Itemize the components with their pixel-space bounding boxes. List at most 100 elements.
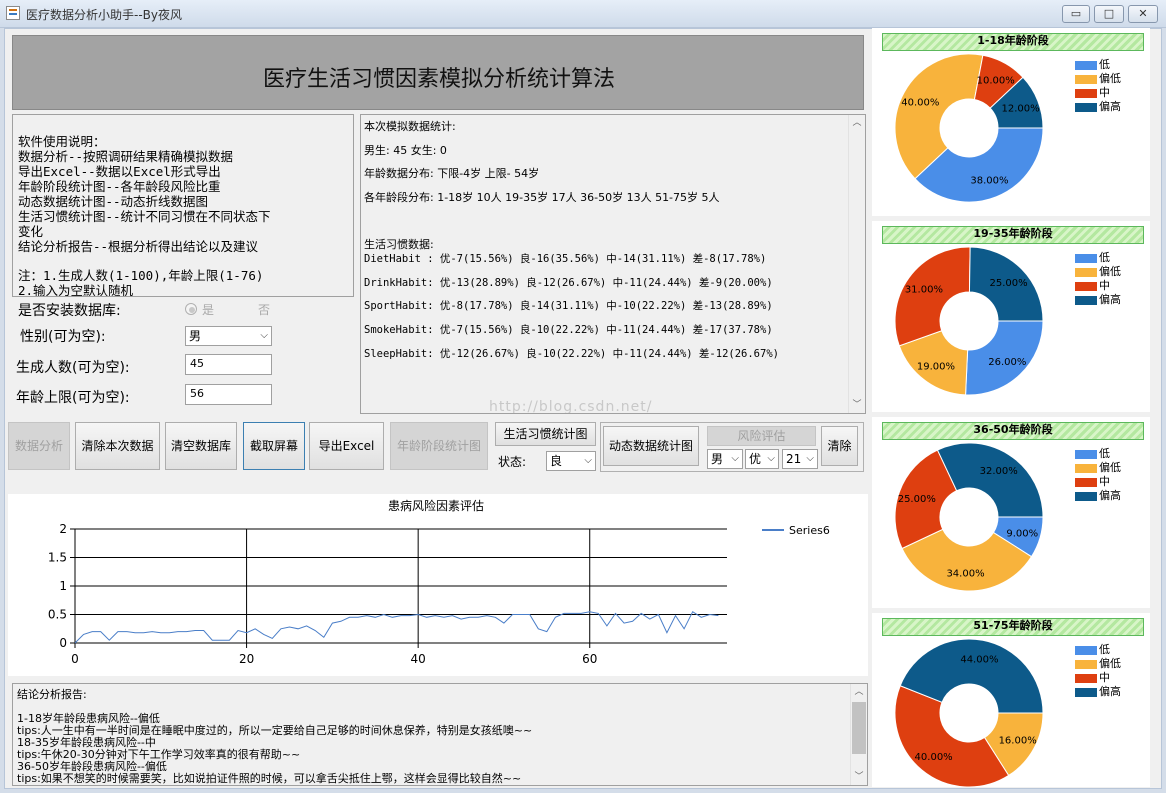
header-panel: 医疗生活习惯因素模拟分析统计算法 xyxy=(12,35,864,110)
legend-item-low: 低 xyxy=(1075,643,1121,657)
legend-swatch xyxy=(1075,450,1097,459)
export-excel-button[interactable]: 导出Excel xyxy=(309,422,384,470)
maximize-button[interactable]: □ xyxy=(1094,5,1124,23)
legend-item-low-mid: 偏低 xyxy=(1075,265,1121,279)
usage-line: 生活习惯统计图--统计不同习惯在不同状态下 xyxy=(18,209,271,224)
risk-habit-value: 优 xyxy=(749,452,762,466)
legend-swatch xyxy=(1075,492,1097,501)
legend-swatch xyxy=(1075,464,1097,473)
risk-age-select[interactable]: 21 ⌵ xyxy=(782,449,818,469)
legend-item-low: 低 xyxy=(1075,447,1121,461)
chart-title: 患病风险因素评估 xyxy=(388,498,484,513)
clear-db-button[interactable]: 清空数据库 xyxy=(165,422,237,470)
x-tick-label: 20 xyxy=(239,652,254,666)
risk-gender-value: 男 xyxy=(711,452,724,466)
stats-scrollbar[interactable]: ︿ ﹀ xyxy=(848,115,865,413)
legend-label: 偏高 xyxy=(1099,100,1121,113)
legend-swatch xyxy=(1075,254,1097,263)
state-select[interactable]: 良 ⌵ xyxy=(546,451,596,471)
risk-line-chart-svg: 患病风险因素评估00.511.520 20 40 60Series6 xyxy=(48,498,830,666)
legend-item-low-mid: 偏低 xyxy=(1075,461,1121,475)
gender-label: 性别(可为空): xyxy=(20,329,106,345)
age-limit-input[interactable]: 56 xyxy=(185,384,272,405)
count-label: 生成人数(可为空): xyxy=(16,360,130,376)
legend-item-high: 偏高 xyxy=(1075,293,1121,307)
pie-slice-label: 32.00% xyxy=(980,466,1018,477)
pie-slice xyxy=(894,246,971,347)
screenshot-button[interactable]: 截取屏幕 xyxy=(243,422,305,470)
close-button[interactable]: ✕ xyxy=(1128,5,1158,23)
pie-panel-51-75: 51-75年龄阶段 0.00%16.00%40.00%44.00% 低 偏低 中… xyxy=(872,613,1150,787)
pie-chart-svg: 9.00% 34.00% 25.00% 32.00% xyxy=(894,442,1044,592)
risk-gender-select[interactable]: 男 ⌵ xyxy=(707,449,743,469)
legend-label: 中 xyxy=(1099,86,1110,99)
stats-habit-row: SportHabit: 优-8(17.78%) 良-14(31.11%) 中-1… xyxy=(364,300,773,312)
pie-slice-label: 12.00% xyxy=(1002,104,1040,115)
legend-label: 中 xyxy=(1099,475,1110,488)
age-stats-button[interactable]: 年龄阶段统计图 xyxy=(390,422,488,470)
state-value: 良 xyxy=(550,454,563,468)
minimize-button[interactable]: ▭ xyxy=(1062,5,1090,23)
stats-habit-row: SleepHabit: 优-12(26.67%) 良-10(22.22%) 中-… xyxy=(364,348,779,360)
usage-line: 2.输入为空默认随机 xyxy=(18,283,134,297)
legend-label: 偏高 xyxy=(1099,489,1121,502)
window-title: 医疗数据分析小助手--By夜风 xyxy=(26,8,182,22)
y-tick-label: 0.5 xyxy=(48,608,67,622)
db-yes-label: 是 xyxy=(202,303,215,317)
scroll-up-icon[interactable]: ︿ xyxy=(849,115,865,131)
usage-instructions: 软件使用说明： 数据分析--按照调研结果精确模拟数据 导出Excel--数据以E… xyxy=(12,114,354,297)
legend-swatch xyxy=(1075,478,1097,487)
pie-slice-label: 19.00% xyxy=(917,362,955,373)
x-tick-label: 40 xyxy=(411,652,426,666)
db-yes-radio[interactable] xyxy=(185,303,197,315)
legend-swatch xyxy=(1075,282,1097,291)
risk-eval-button[interactable]: 风险评估 xyxy=(707,426,816,446)
stats-gender: 男生: 45 女生: 0 xyxy=(364,144,447,157)
legend-swatch xyxy=(1075,61,1097,70)
window-title-bar[interactable]: 医疗数据分析小助手--By夜风 ▭ □ ✕ xyxy=(0,0,1166,28)
habit-stats-button[interactable]: 生活习惯统计图 xyxy=(495,422,596,446)
legend-label: 低 xyxy=(1099,58,1110,71)
pie-slice-label: 16.00% xyxy=(999,736,1037,747)
pie-legend: 低 偏低 中 偏高 xyxy=(1075,447,1121,503)
legend-label: 中 xyxy=(1099,279,1110,292)
dynamic-stats-button[interactable]: 动态数据统计图 xyxy=(603,426,699,466)
scroll-up-icon[interactable]: ︿ xyxy=(851,684,867,700)
pie-slice-label: 26.00% xyxy=(988,357,1026,368)
risk-habit-select[interactable]: 优 ⌵ xyxy=(745,449,779,469)
app-icon xyxy=(6,6,20,20)
pie-legend: 低 偏低 中 偏高 xyxy=(1075,251,1121,307)
scroll-down-icon[interactable]: ﹀ xyxy=(851,769,867,785)
report-textbox[interactable]: 结论分析报告: 1-18岁年龄段患病风险--偏低 tips:人一生中有一半时间是… xyxy=(12,683,868,786)
stats-textbox[interactable]: 本次模拟数据统计: 男生: 45 女生: 0 年龄数据分布: 下限-4岁 上限-… xyxy=(360,114,866,414)
legend-swatch xyxy=(1075,660,1097,669)
pie-chart-svg: 0.00%16.00%40.00%44.00% xyxy=(894,638,1044,787)
legend-item-low-mid: 偏低 xyxy=(1075,72,1121,86)
db-no-label[interactable]: 否 xyxy=(258,301,270,318)
db-installed-label: 是否安装数据库: xyxy=(18,303,121,319)
legend-swatch xyxy=(1075,646,1097,655)
pie-legend: 低 偏低 中 偏高 xyxy=(1075,643,1121,699)
y-tick-label: 1 xyxy=(59,579,67,593)
legend-swatch xyxy=(1075,89,1097,98)
chevron-down-icon: ⌵ xyxy=(584,455,592,466)
count-input[interactable]: 45 xyxy=(185,354,272,375)
legend-swatch xyxy=(1075,75,1097,84)
legend-item-low: 低 xyxy=(1075,58,1121,72)
state-label: 状态: xyxy=(498,455,527,469)
analyze-button[interactable]: 数据分析 xyxy=(8,422,70,470)
legend-label: 低 xyxy=(1099,643,1110,656)
clear-button[interactable]: 清除 xyxy=(821,426,858,466)
scroll-thumb[interactable] xyxy=(852,702,866,754)
pie-slice-label: 40.00% xyxy=(901,97,939,108)
gender-select[interactable]: 男 ⌵ xyxy=(185,326,272,346)
pie-panel-36-50: 36-50年龄阶段 9.00% 34.00% 25.00% 32.00% 低 偏低 中… xyxy=(872,417,1150,608)
legend-label: 中 xyxy=(1099,671,1110,684)
legend-item-high: 偏高 xyxy=(1075,100,1121,114)
pie-slice-label: 9.00% xyxy=(1006,528,1038,539)
report-scrollbar[interactable]: ︿ ﹀ xyxy=(850,684,867,785)
legend-item-high: 偏高 xyxy=(1075,489,1121,503)
clear-current-button[interactable]: 清除本次数据 xyxy=(75,422,160,470)
stats-habit-row: DrinkHabit: 优-13(28.89%) 良-12(26.67%) 中-… xyxy=(364,277,773,289)
scroll-down-icon[interactable]: ﹀ xyxy=(849,397,865,413)
